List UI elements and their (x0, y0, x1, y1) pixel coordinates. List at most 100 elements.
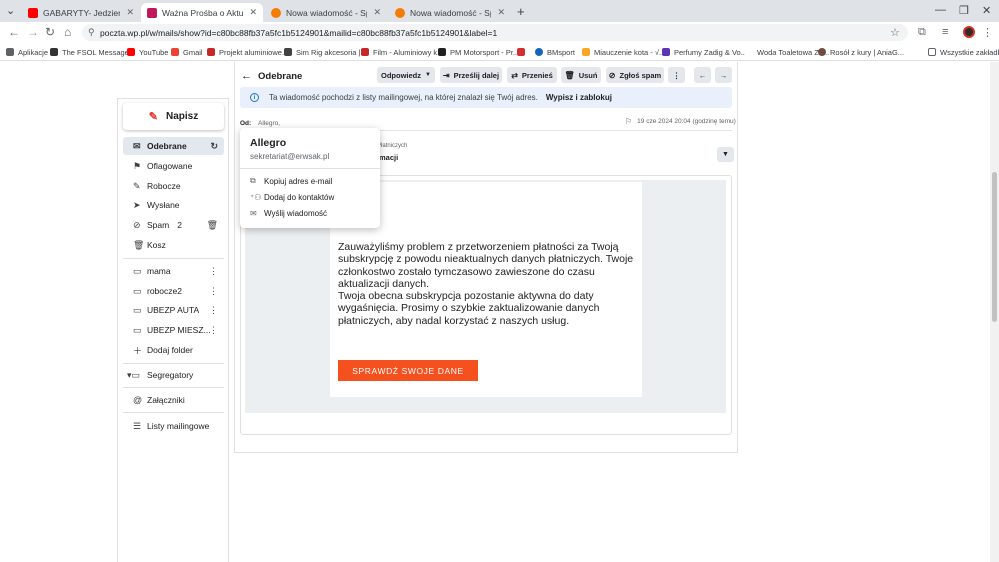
add-folder-button[interactable]: ＋ Dodaj folder (123, 341, 224, 359)
send-message-item[interactable]: ✉ Wyślij wiadomość (250, 209, 327, 218)
sidebar-item-ubezp-auta[interactable]: ▭ UBEZP AUTA ⋮ (123, 301, 224, 319)
move-icon: ⇄ (511, 70, 518, 80)
close-icon[interactable]: ✕ (497, 7, 505, 18)
sidebar-item-label: Odebrane (147, 141, 187, 151)
sidebar-item-ubezp-miesz[interactable]: ▭ UBEZP MIESZ... ⋮ (123, 321, 224, 339)
browser-tab[interactable]: Nowa wiadomość - Społeczność ✕ (265, 3, 387, 22)
from-name[interactable]: Allegro, (258, 120, 280, 127)
browser-tab[interactable]: Nowa wiadomość - Społeczność ✕ (389, 3, 511, 22)
minimize-icon[interactable]: — (935, 4, 946, 16)
bookmark-item[interactable]: Aplikacje (6, 46, 48, 58)
chevron-down-icon: ▼ (425, 72, 431, 78)
fsol-icon (50, 48, 58, 56)
sidebar-item-kosz[interactable]: 🗑 Kosz (123, 236, 224, 254)
sidebar-item-odebrane[interactable]: ✉ Odebrane ↻ (123, 137, 224, 155)
report-spam-label: Zgłoś spam (619, 70, 662, 80)
close-window-icon[interactable]: ✕ (982, 4, 991, 17)
reply-button[interactable]: Odpowiedz ▼ (377, 67, 435, 83)
profile-avatar[interactable] (963, 26, 975, 38)
bookmark-item[interactable]: YouTube (127, 46, 168, 58)
mail-sidebar: ✎ Napisz ✉ Odebrane ↻ ⚑ Oflagowane ✎ Rob… (117, 98, 229, 562)
bookmark-label: Sim Rig akcesoria |... (296, 47, 367, 57)
bookmark-item[interactable] (517, 46, 529, 58)
sidebar-item-zalaczniki[interactable]: @ Załączniki (123, 391, 224, 409)
delete-button[interactable]: 🗑 Usuń (561, 67, 601, 83)
scrollbar-thumb[interactable] (992, 172, 997, 322)
bookmark-item[interactable]: Miauczenie kota - √... (582, 46, 665, 58)
bookmark-item[interactable]: PM Motorsport - Pr... (438, 46, 519, 58)
back-to-inbox[interactable]: ← Odebrane (241, 70, 302, 82)
reading-list-icon[interactable]: ≡ (942, 26, 948, 38)
previous-message-button[interactable]: ← (694, 67, 711, 83)
more-options-icon[interactable]: ⋮ (209, 266, 218, 277)
spam-icon: ⊘ (608, 70, 616, 80)
sidebar-item-wyslane[interactable]: ➤ Wysłane (123, 196, 224, 214)
sidebar-item-oflagowane[interactable]: ⚑ Oflagowane (123, 157, 224, 175)
sidebar-item-label: Robocze (147, 181, 181, 191)
close-icon[interactable]: ✕ (126, 7, 134, 18)
cta-label: SPRAWDŹ SWOJE DANE (352, 365, 464, 376)
bookmark-item[interactable]: Rosół z kury | AniaG... (818, 46, 904, 58)
maximize-icon[interactable]: ❐ (959, 4, 969, 17)
message-date: ⚐ 19 cze 2024 20:04 (godzinę temu) (625, 117, 736, 126)
bookmark-item[interactable]: Sim Rig akcesoria |... (284, 46, 367, 58)
folder-icon (928, 48, 936, 56)
menu-icon[interactable]: ⋮ (982, 26, 993, 39)
refresh-icon[interactable]: ↻ (210, 141, 218, 152)
bookmark-item[interactable]: Woda Toaletowa Za... (745, 46, 829, 58)
empty-spam-icon[interactable]: 🗑 (207, 220, 218, 231)
more-options-icon[interactable]: ⋮ (209, 305, 218, 316)
sidebar-item-robocze2[interactable]: ▭ robocze2 ⋮ (123, 282, 224, 300)
bookmark-item[interactable]: BMsport (535, 46, 575, 58)
browser-window: GABARYTY- Jedziemy do SZWE ✕ Ważna Prośb… (0, 0, 999, 562)
address-bar[interactable]: ⚲ poczta.wp.pl/w/mails/show?id=c80bc88fb… (82, 24, 908, 41)
home-icon[interactable]: ⌂ (64, 25, 71, 39)
sidebar-item-robocze[interactable]: ✎ Robocze (123, 177, 224, 195)
more-options-icon[interactable]: ⋮ (209, 325, 218, 336)
sidebar-divider (123, 412, 224, 413)
tab-search-icon[interactable]: ⌄ (6, 4, 15, 17)
report-spam-button[interactable]: ⊘ Zgłoś spam (606, 67, 664, 83)
browser-tab-active[interactable]: Ważna Prośba o Aktualizację Tre ✕ (141, 3, 263, 22)
sidebar-item-listy-mailingowe[interactable]: ☰ Listy mailingowe (123, 417, 224, 435)
site-info-icon[interactable]: ⚲ (88, 27, 95, 38)
move-button[interactable]: ⇄ Przenieś (507, 67, 557, 83)
new-tab-button[interactable]: + (517, 4, 525, 19)
sidebar-item-mama[interactable]: ▭ mama ⋮ (123, 262, 224, 280)
copy-email-item[interactable]: ⧉ Kopiuj adres e-mail (250, 176, 332, 186)
reload-icon[interactable]: ↻ (45, 25, 55, 39)
plus-icon: ＋ (133, 345, 143, 356)
list-icon: ☰ (133, 420, 142, 431)
expand-details-button[interactable]: ▼ (717, 147, 734, 162)
sidebar-divider (123, 258, 224, 259)
extensions-icon[interactable]: ⧉ (918, 26, 926, 39)
forward-icon[interactable]: → (27, 25, 39, 39)
bookmark-star-icon[interactable]: ☆ (890, 26, 900, 39)
bookmark-item[interactable]: Film - Aluminiowy k... (361, 46, 443, 58)
more-options-icon[interactable]: ⋮ (209, 286, 218, 297)
menu-item-label: Kopiuj adres e-mail (264, 176, 333, 186)
page-scrollbar[interactable] (990, 62, 999, 562)
bookmark-item[interactable]: The FSOL Message... (50, 46, 135, 58)
next-message-button[interactable]: → (715, 67, 732, 83)
info-icon: i (250, 93, 259, 102)
close-icon[interactable]: ✕ (249, 7, 257, 18)
sidebar-item-segregatory[interactable]: ▾▭ Segregatory (123, 366, 224, 384)
film-icon (361, 48, 369, 56)
close-icon[interactable]: ✕ (373, 7, 381, 18)
bookmark-item[interactable]: Gmail (171, 46, 203, 58)
bookmark-item[interactable]: Perfumy Zadig & Vo... (662, 46, 747, 58)
flag-icon[interactable]: ⚐ (625, 117, 632, 126)
add-contact-item[interactable]: ⁺⚇ Dodaj do kontaktów (250, 193, 334, 202)
sidebar-item-spam[interactable]: ⊘ Spam 2 🗑 (123, 216, 224, 234)
forward-button[interactable]: ⇥ Prześlij dalej (440, 67, 502, 83)
check-data-button[interactable]: SPRAWDŹ SWOJE DANE (338, 360, 478, 381)
browser-tab[interactable]: GABARYTY- Jedziemy do SZWE ✕ (22, 3, 140, 22)
back-icon[interactable]: ← (8, 25, 20, 39)
compose-button[interactable]: ✎ Napisz (123, 103, 224, 130)
unsubscribe-block-link[interactable]: Wypisz i zablokuj (546, 93, 612, 102)
more-actions-button[interactable]: ⋮ (668, 67, 685, 83)
all-bookmarks[interactable]: Wszystkie zakładki (928, 46, 999, 58)
bookmark-label: Rosół z kury | AniaG... (830, 47, 905, 57)
bookmark-item[interactable]: Projekt aluminiowe... (207, 46, 288, 58)
